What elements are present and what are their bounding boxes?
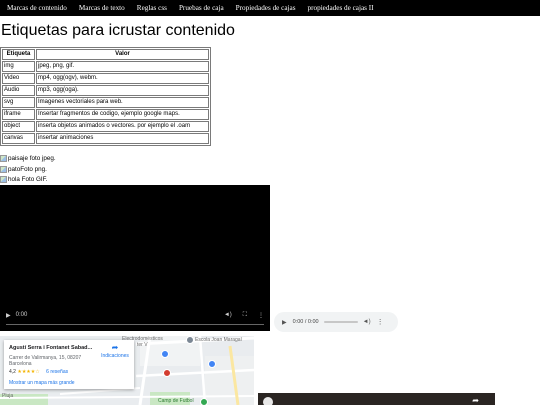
top-nav: Marcas de contenido Marcas de texto Regl… xyxy=(0,0,540,16)
table-cell-tag: object xyxy=(2,121,35,132)
youtube-embed[interactable]: ➦ xyxy=(258,393,495,405)
page-title: Etiquetas para icrustar contenido xyxy=(1,22,235,39)
image-alt-text: paisaje xyxy=(8,155,28,162)
table-header-row: Etiqueta Valor xyxy=(2,49,209,60)
map-poi-label: Camp de Futbol xyxy=(158,398,194,404)
map-road-label: Pluja xyxy=(2,393,14,399)
image-alt-text: pato xyxy=(8,166,21,173)
nav-link-pruebas-caja[interactable]: Pruebas de caja xyxy=(179,4,224,12)
table-cell-tag: Video xyxy=(2,73,35,84)
broken-image-icon xyxy=(0,176,7,183)
table-row: object inserta objetos animados o vector… xyxy=(2,121,209,132)
broken-image-icon xyxy=(0,166,7,173)
more-options-icon[interactable]: ⋮ xyxy=(377,318,384,326)
map-place-card: Agustí Serra i Fontanet Sabad... Carrer … xyxy=(4,340,134,389)
video-progress-bar[interactable] xyxy=(6,324,264,325)
larger-map-link[interactable]: Mostrar un mapa más grande xyxy=(9,380,75,386)
volume-icon[interactable]: ◄) xyxy=(224,312,232,318)
image-caption: Foto GIF. xyxy=(21,176,48,183)
map-poi-label: ter V xyxy=(137,342,148,348)
more-options-icon[interactable]: ⋮ xyxy=(258,312,264,319)
image-alt-text: hola xyxy=(8,176,20,183)
map-poi-label: Escola Joan Maragal xyxy=(195,337,242,343)
place-rating: 4,2 xyxy=(9,369,16,375)
table-row: svg Imagenes vectoriales para web. xyxy=(2,97,209,108)
image-hola: hola Foto GIF. xyxy=(0,176,48,183)
rating-stars-icon: ★★★★☆ xyxy=(17,369,40,375)
table-row: Audio mp3, ogg(oga). xyxy=(2,85,209,96)
table-row: Video mp4, ogg(ogv), webm. xyxy=(2,73,209,84)
google-map-embed[interactable]: Electrodomésticos ter V Escola Joan Mara… xyxy=(0,336,254,405)
map-location-pin-icon[interactable] xyxy=(163,369,171,377)
table-cell-value: Insertar fragmentos de codigo, ejemplo g… xyxy=(36,109,209,120)
map-pin-icon[interactable] xyxy=(200,398,208,405)
image-paisaje: paisaje foto jpeg. xyxy=(0,155,56,162)
place-address-line-2: Barcelona xyxy=(9,361,32,367)
table-cell-tag: canvas xyxy=(2,133,35,144)
table-row: canvas insertar animaciones xyxy=(2,133,209,144)
video-time: 0:00 xyxy=(15,312,28,318)
table-row: img jpeg, png, gif. xyxy=(2,61,209,72)
table-header-etiqueta: Etiqueta xyxy=(2,49,35,60)
table-row: iframe Insertar fragmentos de codigo, ej… xyxy=(2,109,209,120)
map-pin-icon[interactable] xyxy=(208,360,216,368)
table-cell-value: mp4, ogg(ogv), webm. xyxy=(36,73,209,84)
share-icon[interactable]: ➦ xyxy=(472,396,479,405)
place-name[interactable]: Agustí Serra i Fontanet Sabad... xyxy=(9,345,92,351)
nav-link-reglas-css[interactable]: Reglas css xyxy=(137,4,167,12)
table-cell-tag: Audio xyxy=(2,85,35,96)
image-caption: foto jpeg. xyxy=(29,155,56,162)
table-cell-tag: iframe xyxy=(2,109,35,120)
nav-link-marcas-contenido[interactable]: Marcas de contenido xyxy=(7,4,67,12)
table-cell-value: insertar animaciones xyxy=(36,133,209,144)
map-pin-icon[interactable] xyxy=(186,336,194,344)
tags-table: Etiqueta Valor img jpeg, png, gif. Video… xyxy=(0,47,211,146)
place-rating-row: 4,2 ★★★★☆ 6 reseñas xyxy=(9,369,68,375)
nav-link-propiedades-cajas[interactable]: Propiedades de cajas xyxy=(236,4,296,12)
nav-link-propiedades-cajas-ii[interactable]: propiedades de cajas II xyxy=(308,4,374,12)
play-icon[interactable]: ▶ xyxy=(282,319,287,326)
play-icon[interactable]: ▶ xyxy=(6,312,11,319)
table-cell-tag: img xyxy=(2,61,35,72)
volume-icon[interactable]: ◄) xyxy=(363,319,371,325)
image-pato: pato Foto png. xyxy=(0,166,47,173)
table-cell-value: jpeg, png, gif. xyxy=(36,61,209,72)
nav-link-marcas-texto[interactable]: Marcas de texto xyxy=(79,4,125,12)
table-cell-value: Imagenes vectoriales para web. xyxy=(36,97,209,108)
audio-progress-bar[interactable] xyxy=(323,321,358,323)
audio-player[interactable]: ▶ 0:00 / 0:00 ◄) ⋮ xyxy=(274,312,398,332)
fullscreen-icon[interactable]: ⛶ xyxy=(243,312,247,319)
audio-time: 0:00 / 0:00 xyxy=(292,319,319,325)
table-cell-value: inserta objetos animados o vectores. por… xyxy=(36,121,209,132)
directions-label: Indicaciones xyxy=(101,353,129,359)
place-reviews-link[interactable]: 6 reseñas xyxy=(46,369,68,375)
video-player[interactable]: ▶ 0:00 ◄) ⛶ ⋮ xyxy=(0,185,270,331)
directions-button[interactable]: ➦ Indicaciones xyxy=(100,343,130,360)
broken-image-icon xyxy=(0,155,7,162)
image-caption: Foto png. xyxy=(20,166,47,173)
video-controls: ▶ 0:00 ◄) ⛶ ⋮ xyxy=(6,309,264,321)
channel-avatar[interactable] xyxy=(263,397,273,405)
table-header-valor: Valor xyxy=(36,49,209,60)
table-cell-tag: svg xyxy=(2,97,35,108)
directions-icon: ➦ xyxy=(111,343,119,352)
table-cell-value: mp3, ogg(oga). xyxy=(36,85,209,96)
map-pin-icon[interactable] xyxy=(161,350,169,358)
